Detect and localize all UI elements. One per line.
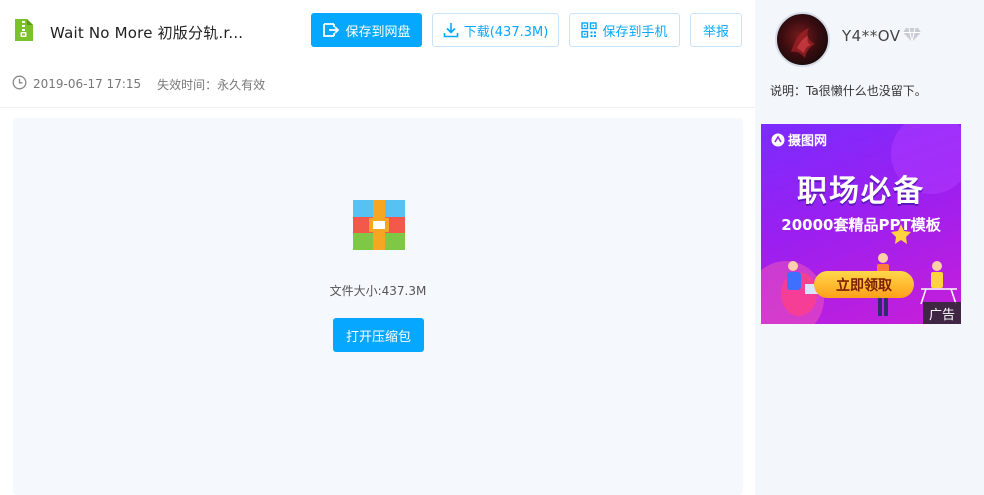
ad-brand: 摄图网 [771, 130, 827, 149]
save-disk-icon [322, 22, 340, 38]
avatar[interactable] [775, 12, 830, 67]
download-button[interactable]: 下载(437.3M) [432, 13, 559, 47]
qr-code-icon [581, 22, 598, 38]
ad-logo-icon [771, 133, 785, 146]
save-to-phone-label: 保存到手机 [602, 24, 668, 40]
uploader-name[interactable]: Y4**OV [842, 27, 901, 45]
file-size: 文件大小:437.3M [329, 284, 427, 298]
open-archive-button[interactable]: 打开压缩包 [333, 318, 424, 352]
file-header: Wait No More 初版分轨.r... 保存到网盘 下载(437.3M) [0, 0, 755, 62]
ad-headline: 职场必备 [797, 174, 925, 209]
download-icon [443, 22, 459, 38]
save-to-disk-button[interactable]: 保存到网盘 [311, 13, 422, 47]
upload-date: 2019-06-17 17:15 [33, 77, 142, 91]
archive-icon [353, 200, 405, 250]
uploader-description: 说明：Ta很懒什么也没留下。 [770, 84, 927, 98]
file-preview: 文件大小:437.3M 打开压缩包 [13, 118, 743, 495]
save-to-disk-label: 保存到网盘 [345, 24, 411, 40]
diamond-icon [902, 27, 922, 43]
file-name: Wait No More 初版分轨.r... [50, 24, 244, 42]
ad-cta-button[interactable]: 立即领取 [814, 271, 914, 298]
main-panel: Wait No More 初版分轨.r... 保存到网盘 下载(437.3M) [0, 0, 755, 495]
clock-icon [12, 75, 27, 93]
expire-time: 失效时间：永久有效 [157, 77, 266, 92]
file-meta: 2019-06-17 17:15 失效时间：永久有效 [12, 75, 266, 93]
download-label: 下载(437.3M) [463, 24, 549, 40]
ad-banner[interactable]: 摄图网 职场必备 20000套精品PPT模板 立即领取 广告 [761, 124, 961, 324]
ad-brand-label: 摄图网 [788, 134, 828, 149]
header-divider [0, 107, 755, 108]
report-label: 举报 [702, 24, 729, 40]
report-button[interactable]: 举报 [690, 13, 742, 47]
zip-file-icon [14, 18, 34, 42]
ad-subline: 20000套精品PPT模板 [781, 216, 941, 234]
ad-badge: 广告 [923, 302, 961, 324]
save-to-phone-button[interactable]: 保存到手机 [569, 13, 680, 47]
